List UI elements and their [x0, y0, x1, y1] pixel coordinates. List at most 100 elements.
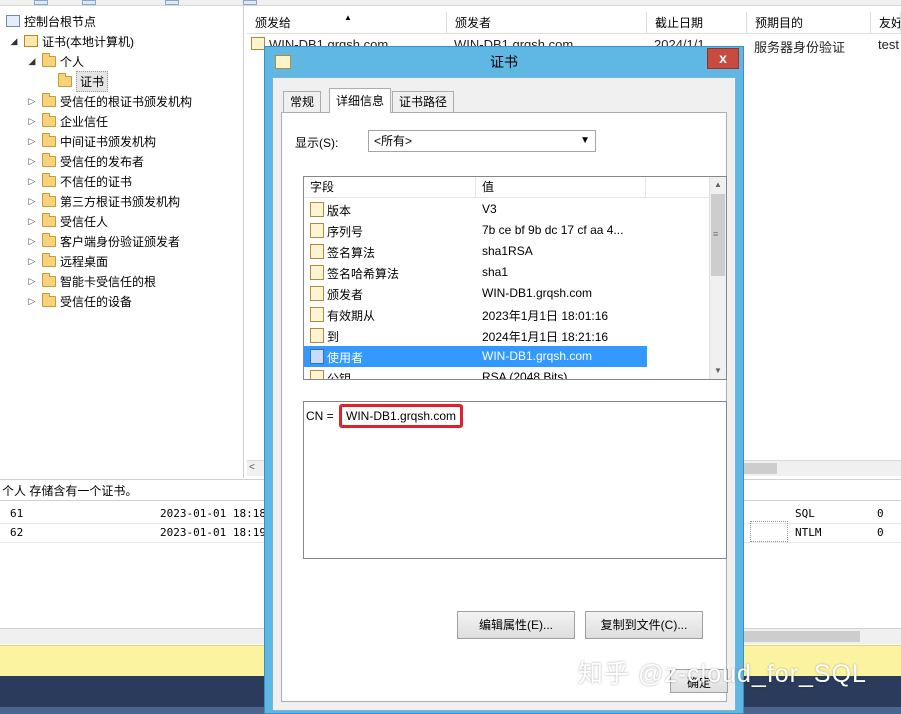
tree-node-store[interactable]: ▷ 企业信任	[26, 111, 108, 131]
tree-node-personal[interactable]: ◢ 个人	[26, 51, 84, 71]
folder-icon	[42, 52, 56, 67]
field-icon	[310, 244, 324, 259]
field-row[interactable]: 使用者 WIN-DB1.grqsh.com	[304, 346, 647, 367]
expand-arrow-icon[interactable]: ▷	[26, 156, 38, 167]
column-issued-by[interactable]: 颁发者	[447, 12, 647, 34]
expand-arrow-icon[interactable]: ▷	[26, 236, 38, 247]
scrollbar-thumb[interactable]	[740, 631, 860, 642]
expand-arrow-icon[interactable]: ▷	[26, 196, 38, 207]
vertical-scrollbar[interactable]: ▲ ≡ ▼	[709, 177, 726, 379]
dialog-title: 证书	[490, 54, 518, 70]
tree-node-store[interactable]: ▷ 不信任的证书	[26, 171, 132, 191]
field-row[interactable]: 序列号 7b ce bf 9b dc 17 cf aa 4...	[304, 220, 710, 241]
dialog-titlebar[interactable]: 证书 x	[265, 47, 743, 77]
tree-node-store[interactable]: ▷ 受信任的设备	[26, 291, 132, 311]
field-value-box[interactable]: CN = WIN-DB1.grqsh.com	[303, 401, 727, 559]
show-label: 显示(S):	[295, 136, 339, 150]
field-value-text: CN = WIN-DB1.grqsh.com	[306, 404, 464, 428]
tree-node-store[interactable]: ▷ 第三方根证书颁发机构	[26, 191, 180, 211]
tree-node-computer[interactable]: ◢ 证书(本地计算机)	[8, 31, 134, 51]
tree-node-store[interactable]: ▷ 智能卡受信任的根	[26, 271, 156, 291]
field-icon	[310, 286, 324, 301]
folder-icon	[42, 272, 56, 287]
field-row[interactable]: 公钥 RSA (2048 Bits)	[304, 367, 710, 379]
column-purpose[interactable]: 预期目的	[747, 12, 871, 34]
field-row[interactable]: 颁发者 WIN-DB1.grqsh.com	[304, 283, 710, 304]
tree-node-store[interactable]: ▷ 受信任的发布者	[26, 151, 144, 171]
expand-arrow-icon[interactable]: ▷	[26, 176, 38, 187]
dialog-body: 常规 详细信息 证书路径 显示(S): <所有> ▼ 字段 值 版本 V3 序列号 7…	[272, 77, 736, 711]
copy-to-file-button[interactable]: 复制到文件(C)...	[585, 611, 703, 639]
column-value[interactable]: 值	[476, 177, 646, 198]
sort-ascending-icon: ▲	[344, 13, 352, 22]
collapse-arrow-icon[interactable]: ◢	[26, 56, 38, 67]
tree-node-store[interactable]: ▷ 客户端身份验证颁发者	[26, 231, 180, 251]
column-expiry[interactable]: 截止日期	[647, 12, 747, 34]
grip-icon: ≡	[713, 229, 719, 239]
certificates-icon	[24, 35, 38, 47]
column-friendly-name[interactable]: 友好	[871, 12, 901, 34]
field-row[interactable]: 版本 V3	[304, 199, 710, 220]
expand-arrow-icon[interactable]: ▷	[26, 296, 38, 307]
field-icon	[310, 349, 324, 364]
tab-details[interactable]: 详细信息	[329, 88, 392, 113]
column-field[interactable]: 字段	[304, 177, 476, 198]
selected-cell[interactable]	[750, 521, 788, 542]
tab-certification-path[interactable]: 证书路径	[392, 91, 455, 113]
highlighted-common-name: WIN-DB1.grqsh.com	[339, 404, 464, 428]
folder-icon	[42, 92, 56, 107]
toolbar-button[interactable]	[34, 0, 48, 5]
fields-list[interactable]: 字段 值 版本 V3 序列号 7b ce bf 9b dc 17 cf aa 4...…	[303, 176, 727, 380]
field-row[interactable]: 到 2024年1月1日 18:21:16	[304, 325, 710, 346]
field-icon	[310, 265, 324, 280]
folder-icon	[42, 212, 56, 227]
toolbar-button[interactable]	[165, 0, 179, 5]
fields-header: 字段 值	[304, 177, 710, 198]
field-icon	[310, 328, 324, 343]
folder-icon	[42, 152, 56, 167]
chevron-down-icon: ▼	[580, 135, 590, 146]
scroll-down-icon[interactable]: ▼	[710, 363, 726, 379]
scroll-up-icon[interactable]: ▲	[710, 177, 726, 193]
folder-icon	[42, 172, 56, 187]
tab-general[interactable]: 常规	[283, 91, 322, 113]
field-icon	[310, 370, 324, 379]
show-dropdown[interactable]: <所有> ▼	[368, 130, 596, 152]
expand-arrow-icon[interactable]: ▷	[26, 116, 38, 127]
edit-properties-button[interactable]: 编辑属性(E)...	[457, 611, 575, 639]
folder-icon	[42, 232, 56, 247]
console-root-icon	[6, 15, 20, 27]
expand-arrow-icon[interactable]: ▷	[26, 276, 38, 287]
tree-node-store[interactable]: ▷ 中间证书颁发机构	[26, 131, 156, 151]
tree-root[interactable]: 控制台根节点	[2, 11, 96, 31]
tree-node-store[interactable]: ▷ 受信任的根证书颁发机构	[26, 91, 192, 111]
scroll-left-icon[interactable]: <	[249, 462, 255, 473]
field-icon	[310, 202, 324, 217]
field-icon	[310, 307, 324, 322]
close-button[interactable]: x	[707, 48, 739, 69]
watermark: 知乎 @z-cloud_for_SQL	[578, 660, 867, 688]
certificate-dialog: 证书 x 常规 详细信息 证书路径 显示(S): <所有> ▼ 字段 值 版本 V…	[264, 46, 744, 714]
tree-node-certs[interactable]: 证书	[54, 70, 109, 92]
column-issued-to[interactable]: 颁发给 ▲	[247, 12, 447, 34]
field-row[interactable]: 有效期从 2023年1月1日 18:01:16	[304, 304, 710, 325]
field-row[interactable]: 签名算法 sha1RSA	[304, 241, 710, 262]
collapse-arrow-icon[interactable]: ◢	[8, 36, 20, 47]
expand-arrow-icon[interactable]: ▷	[26, 216, 38, 227]
toolbar-button[interactable]	[243, 0, 257, 5]
certificate-icon	[275, 55, 291, 69]
details-panel: 显示(S): <所有> ▼ 字段 值 版本 V3 序列号 7b ce bf 9b dc…	[281, 112, 727, 702]
folder-icon	[42, 292, 56, 307]
tree-node-store[interactable]: ▷ 受信任人	[26, 211, 108, 231]
field-row[interactable]: 签名哈希算法 sha1	[304, 262, 710, 283]
folder-icon	[42, 132, 56, 147]
tree-pane: 控制台根节点 ◢ 证书(本地计算机) ◢ 个人 证书 ▷ 受信任的根证书颁发机构 ▷…	[0, 6, 244, 478]
expand-arrow-icon[interactable]: ▷	[26, 256, 38, 267]
expand-arrow-icon[interactable]: ▷	[26, 96, 38, 107]
folder-icon	[42, 252, 56, 267]
folder-icon	[42, 192, 56, 207]
tree-node-store[interactable]: ▷ 远程桌面	[26, 251, 108, 271]
expand-arrow-icon[interactable]: ▷	[26, 136, 38, 147]
folder-open-icon	[58, 72, 72, 87]
toolbar-button[interactable]	[82, 0, 96, 5]
